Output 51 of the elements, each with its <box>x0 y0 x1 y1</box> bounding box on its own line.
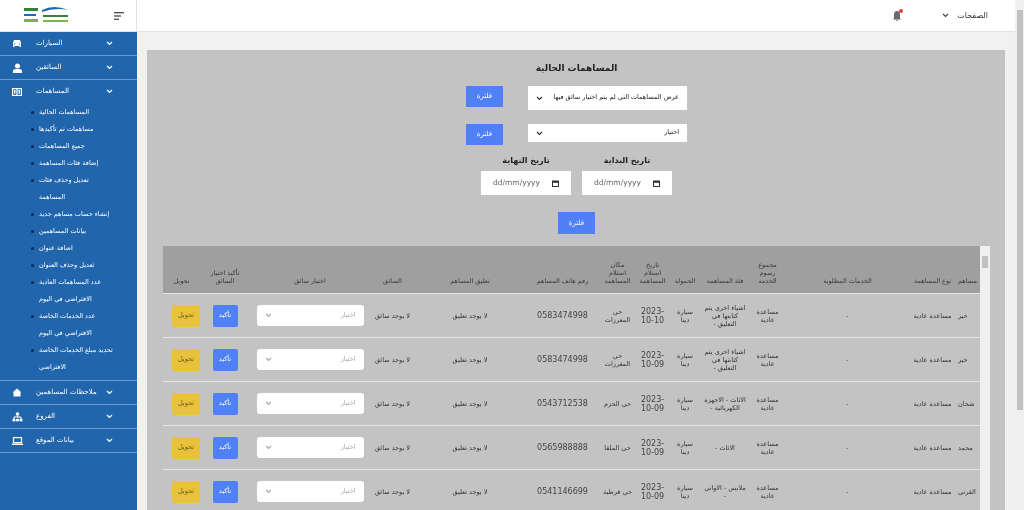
chevron-icon <box>264 401 272 407</box>
chevron-icon <box>264 357 272 363</box>
calendar-icon <box>552 179 559 187</box>
bullet-icon <box>31 213 34 216</box>
chevron-icon <box>942 13 950 18</box>
bullet-icon <box>31 247 34 250</box>
bullet-icon <box>31 230 34 233</box>
table-cell-text: 2023-10-09 <box>639 394 666 413</box>
bullet-icon <box>31 128 34 131</box>
chevron-icon <box>264 489 272 495</box>
field-label: تاريخ البداية <box>603 155 651 167</box>
chevron-icon <box>106 414 113 419</box>
home-icon <box>12 388 22 397</box>
field-label: تاريخ النهاية <box>502 155 550 167</box>
table-cell-text: 0543712538 <box>536 399 589 409</box>
bullet-icon <box>31 281 34 284</box>
scrollbar[interactable] <box>980 246 990 510</box>
table-cell-text: 0583474998 <box>536 355 589 365</box>
table-cell-text: 2023-10-10 <box>639 306 666 325</box>
table-cell-text: 0583474998 <box>536 311 589 321</box>
bullet-icon <box>31 179 34 182</box>
laptop-icon <box>11 436 23 445</box>
page-title: المساهمات الحالية <box>535 62 618 74</box>
bullet-icon <box>31 264 34 267</box>
chevron-icon <box>536 130 543 136</box>
chevron-icon <box>106 41 113 46</box>
table-cell-text: 2023-10-09 <box>639 438 666 457</box>
car-icon <box>12 39 22 48</box>
bell-icon[interactable] <box>892 9 903 22</box>
bullet-icon <box>31 315 34 318</box>
chevron-icon <box>264 313 272 319</box>
bullet-icon <box>31 111 34 114</box>
chevron-icon <box>106 65 113 70</box>
chevron-icon <box>536 95 543 101</box>
chevron-icon <box>106 438 113 443</box>
calendar-icon <box>653 179 660 187</box>
menu-icon[interactable] <box>114 11 124 20</box>
bullet-icon <box>31 145 34 148</box>
chevron-icon <box>106 390 113 395</box>
chevron-icon <box>106 89 113 94</box>
pages-menu[interactable]: الصفحات <box>942 9 988 22</box>
table-cell-text: 0565988888 <box>536 443 589 453</box>
table-cell-text: 2023-10-09 <box>639 350 666 369</box>
user-icon <box>12 62 22 73</box>
table-cell-text: 0541146699 <box>536 487 589 497</box>
book-icon <box>12 87 22 96</box>
sitemap-icon <box>11 411 23 422</box>
bullet-icon <box>31 162 34 165</box>
bullet-icon <box>31 349 34 352</box>
chevron-icon <box>264 445 272 451</box>
table-cell-text: 2023-10-09 <box>639 482 666 501</box>
